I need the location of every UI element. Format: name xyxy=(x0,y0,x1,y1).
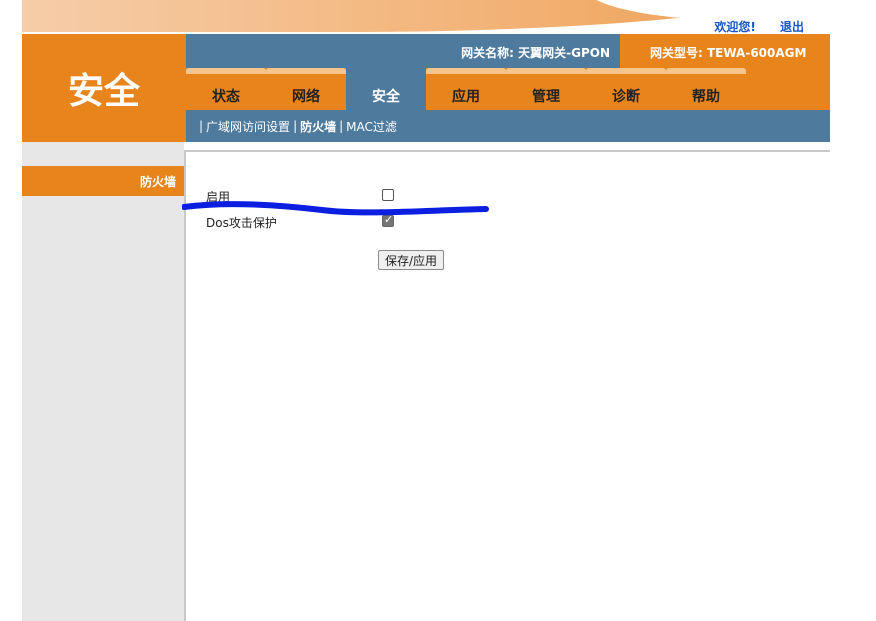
tab-label: 网络 xyxy=(292,89,320,105)
tab-security[interactable]: 安全 xyxy=(346,68,426,110)
tab-label: 安全 xyxy=(372,89,400,105)
tab-diagnostics[interactable]: 诊断 xyxy=(586,68,666,110)
tab-application[interactable]: 应用 xyxy=(426,68,506,110)
subnav-wan-access[interactable]: 广域网访问设置 xyxy=(206,118,290,135)
tab-status[interactable]: 状态 xyxy=(186,68,266,110)
divider: | xyxy=(293,119,298,133)
divider: | xyxy=(199,119,204,133)
tab-label: 应用 xyxy=(452,89,480,105)
sidebar-item-label: 防火墙 xyxy=(139,174,176,189)
gateway-model: 网关型号: TEWA-600AGM xyxy=(650,46,807,60)
annotation-underline xyxy=(182,201,489,216)
gateway-name: 网关名称: 天翼网关-GPON xyxy=(461,46,610,60)
header: 网关名称: 天翼网关-GPON 网关型号: TEWA-600AGM 状态 网络 … xyxy=(186,34,830,142)
subnav-mac-filter[interactable]: MAC过滤 xyxy=(346,118,397,135)
sidebar-item-firewall[interactable]: 防火墙 xyxy=(22,166,184,196)
tab-label: 帮助 xyxy=(692,89,720,105)
gateway-model-box: 网关型号: TEWA-600AGM xyxy=(620,34,830,68)
tab-network[interactable]: 网络 xyxy=(266,68,346,110)
save-apply-button[interactable]: 保存/应用 xyxy=(378,250,445,270)
gateway-info-bar: 网关名称: 天翼网关-GPON 网关型号: TEWA-600AGM xyxy=(186,34,830,68)
top-banner: 欢迎您! 退出 xyxy=(22,0,830,34)
logout-link[interactable]: 退出 xyxy=(780,20,804,34)
tab-label: 管理 xyxy=(532,89,560,105)
subnav-firewall[interactable]: 防火墙 xyxy=(300,118,336,135)
tab-label: 状态 xyxy=(212,89,240,105)
tab-bar-filler xyxy=(746,68,830,110)
sidebar: 防火墙 xyxy=(22,142,184,621)
top-links: 欢迎您! 退出 xyxy=(694,18,804,34)
sub-navigation: | 广域网访问设置 | 防火墙 | MAC过滤 xyxy=(186,110,830,142)
welcome-link[interactable]: 欢迎您! xyxy=(714,20,755,34)
tab-label: 诊断 xyxy=(612,89,640,105)
divider: | xyxy=(339,119,344,133)
tab-help[interactable]: 帮助 xyxy=(666,68,746,110)
main-content: 启用 Dos攻击保护 保存/应用 xyxy=(184,150,830,621)
tab-management[interactable]: 管理 xyxy=(506,68,586,110)
section-title: 安全 xyxy=(22,34,186,142)
